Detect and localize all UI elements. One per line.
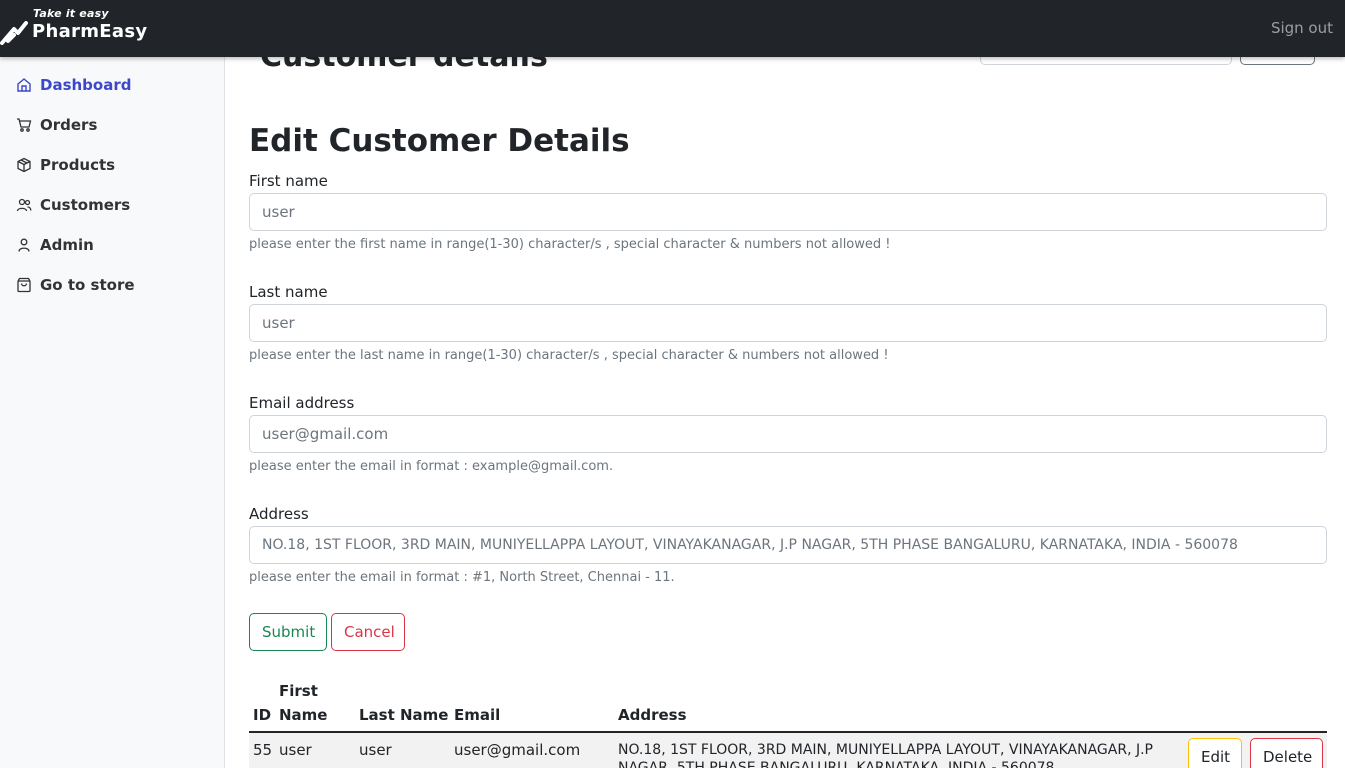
pharmeasy-logo-icon [0,21,28,45]
email-label: Email address [249,394,355,412]
column-header-last-name: Last Name [359,706,449,724]
submit-button[interactable]: Submit [249,613,327,651]
column-header-address: Address [618,706,687,724]
user-icon [18,238,30,252]
sign-out-link[interactable]: Sign out [1271,19,1333,37]
last-name-hint: please enter the last name in range(1-30… [249,348,889,363]
home-icon [17,78,31,92]
top-navbar: Take it easy PharmEasy Sign out [0,0,1345,57]
brand-name: PharmEasy [32,21,148,42]
users-icon [16,198,32,212]
sidebar-item-orders[interactable]: Orders [16,113,97,137]
brand-tagline: Take it easy [33,7,109,20]
cancel-button[interactable]: Cancel [331,613,405,651]
column-header-id: ID [253,706,272,724]
cell-address: NO.18, 1ST FLOOR, 3RD MAIN, MUNIYELLAPPA… [618,742,1153,768]
sidebar-item-label: Products [40,156,116,174]
page-title: Edit Customer Details [249,123,630,159]
page-header: Customer details [225,57,1345,74]
page-header-title: Customer details [260,57,548,74]
shopping-bag-icon [17,277,31,293]
last-name-label: Last name [249,283,328,301]
email-hint: please enter the email in format : examp… [249,459,614,474]
sidebar-item-label: Customers [40,196,131,214]
sidebar-item-products[interactable]: Products [16,153,115,177]
cell-email: user@gmail.com [454,741,581,759]
sidebar-item-admin[interactable]: Admin [16,233,94,257]
sidebar-item-dashboard[interactable]: Dashboard [16,73,131,97]
sidebar-item-customers[interactable]: Customers [16,193,130,217]
cell-last-name: user [359,741,392,759]
sidebar: Dashboard Orders Products Customers Admi… [0,57,225,768]
cell-id: 55 [253,741,273,759]
address-hint: please enter the email in format : #1, N… [249,570,675,585]
cell-first-name: user [279,741,312,759]
address-input[interactable] [249,526,1327,564]
edit-button[interactable]: Edit [1188,738,1242,768]
header-search-button[interactable] [1240,57,1315,65]
column-header-email: Email [454,706,501,724]
sidebar-item-label: Orders [40,116,98,134]
sidebar-item-label: Go to store [40,276,135,294]
column-header-first-name-line2: Name [279,706,328,724]
header-search-input[interactable] [980,57,1232,65]
sidebar-item-label: Dashboard [40,76,132,94]
cart-icon [17,118,32,132]
table-row: 55 user user user@gmail.com NO.18, 1ST F… [249,733,1327,768]
package-icon [17,157,31,173]
address-label: Address [249,505,309,523]
brand-logo[interactable]: Take it easy PharmEasy [0,7,160,47]
first-name-hint: please enter the first name in range(1-3… [249,237,891,252]
first-name-input[interactable] [249,193,1327,231]
last-name-input[interactable] [249,304,1327,342]
email-input[interactable] [249,415,1327,453]
sidebar-item-go-to-store[interactable]: Go to store [16,273,135,297]
main-content: Customer details Edit Customer Details F… [225,57,1345,768]
sidebar-item-label: Admin [40,236,94,254]
first-name-label: First name [249,172,328,190]
column-header-first-name-line1: First [279,682,318,700]
delete-button[interactable]: Delete [1250,738,1323,768]
